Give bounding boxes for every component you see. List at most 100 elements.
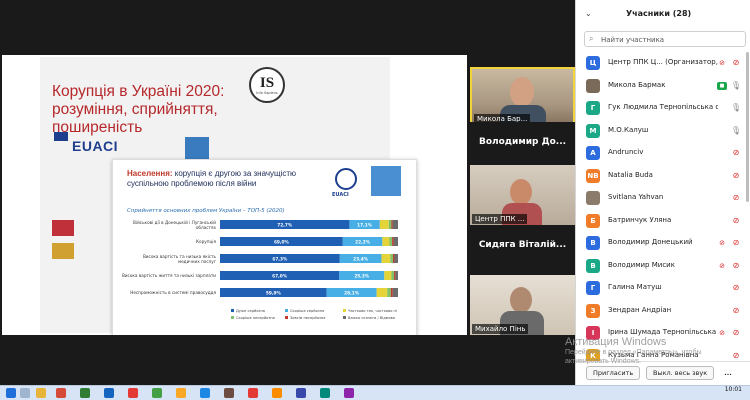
participant-row[interactable]: Ц Центр ППК Ц... (Организатор, я) ⊘ ⊘ [576, 52, 750, 75]
participant-name: Svitlana Yahvan [608, 193, 664, 201]
problems-bar-chart: Військові дії в Донецькій і Луганській об… [122, 220, 398, 320]
more-options-button[interactable]: ... [716, 366, 740, 380]
euaci-logo: EUACI [72, 138, 119, 154]
app-icon[interactable] [320, 388, 330, 398]
participant-row[interactable]: Г Гук Людмила Тернопільська обласн... 🎙 [576, 97, 750, 120]
participant-name: Батринчук Уляна [608, 215, 672, 224]
participant-name: Гук Людмила Тернопільська обласн... [608, 103, 718, 111]
search-box[interactable]: ⌕ [584, 31, 746, 47]
app-icon[interactable] [80, 388, 90, 398]
search-input[interactable] [601, 34, 741, 45]
mute-all-button[interactable]: Выкл. весь звук [646, 366, 715, 380]
participant-row[interactable]: В Володимир Мисик ⊘ ⊘ [576, 255, 750, 278]
video-off-icon[interactable]: ⊘ [717, 57, 727, 69]
bar-segment [382, 237, 390, 246]
taskbar-clock[interactable]: 10:01 [725, 386, 742, 393]
app-icon[interactable] [344, 388, 354, 398]
app-icon[interactable] [152, 388, 162, 398]
microphone-icon[interactable]: 🎙 [731, 80, 741, 92]
participant-row[interactable]: Svitlana Yahvan ⊘ [576, 187, 750, 210]
microphone-muted-icon[interactable]: ⊘ [731, 215, 741, 227]
avatar [586, 191, 600, 205]
participant-row[interactable]: NB Natalia Buda ⊘ [576, 165, 750, 188]
video-thumbnail[interactable]: Сидяга Віталій... [470, 225, 575, 275]
participant-row[interactable]: З Зендран Андріан ⊘ [576, 300, 750, 323]
microphone-muted-icon[interactable]: ⊘ [731, 192, 741, 204]
app-icon[interactable] [56, 388, 66, 398]
app-icon[interactable] [248, 388, 258, 398]
data-label: 67,3% [272, 256, 288, 262]
video-thumbnail[interactable]: Центр ППК ... [470, 165, 575, 225]
card-euaci-text: EUACI [332, 192, 349, 198]
legend-label: Скоріше серйозна [290, 309, 324, 313]
app-icon[interactable] [200, 388, 210, 398]
participant-row[interactable]: М М.О.Калуш 🎙 [576, 120, 750, 143]
video-off-icon[interactable]: ⊘ [717, 237, 727, 249]
participant-name: М.О.Калуш [608, 125, 649, 134]
is-logo-sub: Info Sapiens [256, 90, 278, 95]
category-label: Висока вартість життя та низькі зарплати [122, 273, 216, 278]
avatar: NB [586, 168, 600, 183]
participant-row[interactable]: А Andrunciv ⊘ [576, 142, 750, 165]
video-thumbnail[interactable]: Михайло Пінь [470, 275, 575, 335]
microphone-muted-icon[interactable]: ⊘ [731, 350, 741, 362]
microphone-muted-icon[interactable]: ⊘ [731, 237, 741, 249]
search-taskbar-icon[interactable] [20, 388, 30, 398]
start-icon[interactable] [6, 388, 16, 398]
app-icon[interactable] [104, 388, 114, 398]
chevron-down-icon[interactable]: ⌄ [585, 9, 592, 18]
app-icon[interactable] [128, 388, 138, 398]
participant-name: Центр ППК Ц... (Организатор, я) [608, 58, 718, 66]
data-label: 28,1% [344, 290, 360, 296]
participant-name: Володимир Мисик [608, 260, 675, 269]
participant-name: Володимир Донецький [608, 238, 693, 246]
bar-segment [379, 220, 389, 229]
microphone-muted-icon[interactable]: ⊘ [731, 260, 741, 272]
app-icon[interactable] [224, 388, 234, 398]
legend-swatch [231, 309, 234, 312]
panel-header: ⌄ Учасники (28) [576, 0, 750, 28]
microphone-muted-icon[interactable]: ⊘ [731, 327, 741, 339]
participant-name: Галина Матуш [608, 283, 662, 291]
participant-row[interactable]: Б Батринчук Уляна ⊘ [576, 210, 750, 233]
participant-name: Andrunciv [608, 148, 644, 156]
microphone-muted-icon[interactable]: ⊘ [731, 170, 741, 182]
slide-title: Корупція в Україні 2020: розуміння, спри… [52, 83, 225, 136]
folder-icon[interactable] [36, 388, 46, 398]
video-off-icon[interactable]: ⊘ [717, 260, 727, 272]
app-icon[interactable] [272, 388, 282, 398]
bar-segment [384, 271, 392, 280]
data-label: 22,2% [355, 239, 371, 245]
participant-row[interactable]: В Володимир Донецький ⊘ ⊘ [576, 232, 750, 255]
bar-segment [392, 288, 398, 297]
legend-swatch [231, 316, 234, 319]
microphone-muted-icon[interactable]: ⊘ [731, 57, 741, 69]
invite-button[interactable]: Пригласить [586, 366, 641, 380]
bar-segment [391, 220, 393, 229]
participant-list: Ц Центр ППК Ц... (Организатор, я) ⊘ ⊘ Микола… [576, 52, 750, 367]
scrollbar[interactable] [746, 52, 749, 202]
participant-row[interactable]: Г Галина Матуш ⊘ [576, 277, 750, 300]
legend-swatch [343, 316, 346, 319]
app-icon[interactable] [176, 388, 186, 398]
microphone-icon[interactable]: 🎙 [731, 102, 741, 114]
participants-panel: ⌄ Учасники (28) ⌕ Ц Центр ППК Ц... (Орган… [575, 0, 750, 385]
app-icon[interactable] [296, 388, 306, 398]
emblem-icon [52, 243, 74, 259]
euaci-badge-icon: EUACI [332, 168, 357, 198]
microphone-muted-icon[interactable]: ⊘ [731, 147, 741, 159]
avatar: В [586, 236, 600, 250]
avatar: А [586, 146, 600, 160]
microphone-muted-icon[interactable]: ⊘ [731, 305, 741, 317]
microphone-muted-icon[interactable]: ⊘ [731, 282, 741, 294]
video-thumbnail[interactable]: Микола Бар... [470, 67, 575, 127]
avatar: Ц [586, 56, 600, 70]
participant-row[interactable]: Микола Бармак ■ 🎙 [576, 75, 750, 98]
taskbar: 10:01 [0, 385, 750, 400]
data-label: 25,3% [354, 273, 370, 279]
microphone-icon[interactable]: 🎙 [731, 125, 741, 137]
video-on-icon[interactable]: ■ [717, 81, 727, 90]
video-thumbnail[interactable]: Володимир До... [470, 122, 575, 164]
avatar: З [586, 303, 600, 318]
thumbnail-name: Володимир До... [478, 137, 567, 147]
